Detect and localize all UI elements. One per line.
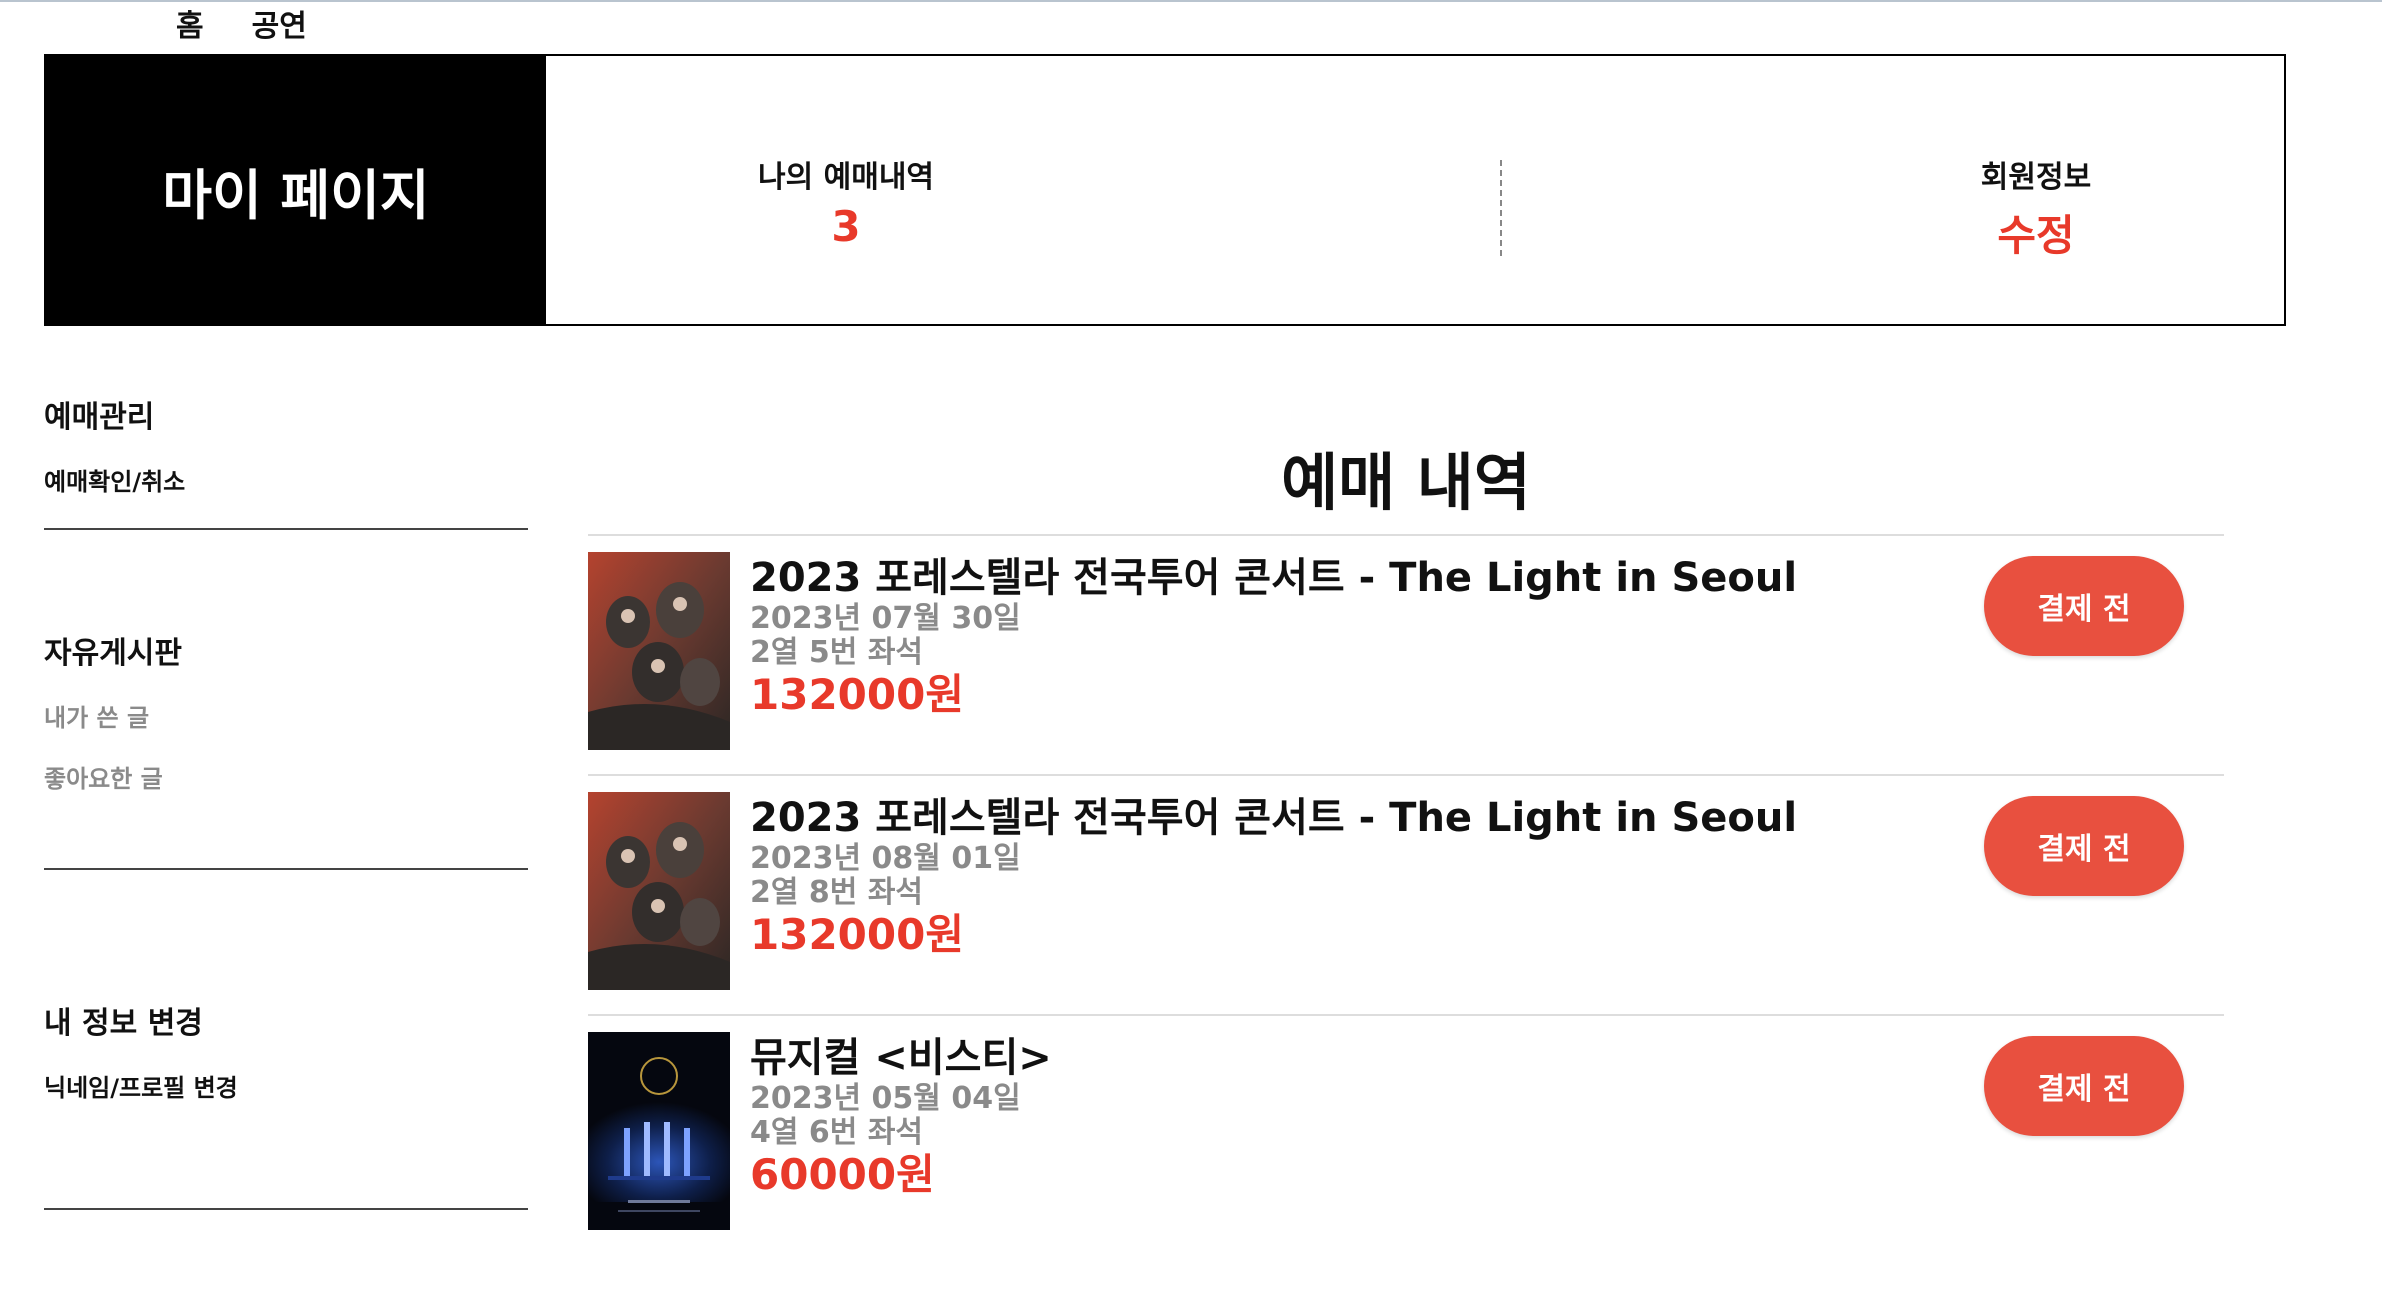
booking-seat: 4열 6번 좌석	[750, 1115, 924, 1150]
payment-pending-button[interactable]: 결제 전	[1984, 556, 2184, 656]
booking-info: 2023 포레스텔라 전국투어 콘서트 - The Light in Seoul…	[750, 794, 1797, 960]
mypage-summary-box: 마이 페이지 나의 예매내역 3 회원정보 수정	[44, 54, 2286, 326]
booking-price: 132000원	[750, 670, 964, 719]
top-nav: 홈 공연	[176, 2, 307, 44]
payment-pending-button[interactable]: 결제 전	[1984, 1036, 2184, 1136]
summary-divider	[1500, 160, 1502, 256]
booking-date: 2023년 05월 04일	[750, 1081, 1021, 1116]
sidebar-section-profile: 내 정보 변경 닉네임/프로필 변경	[44, 870, 528, 1210]
booking-item: 뮤지컬 <비스티> 2023년 05월 04일 4열 6번 좌석 60000원 …	[588, 1014, 2224, 1254]
booking-item: 2023 포레스텔라 전국투어 콘서트 - The Light in Seoul…	[588, 534, 2224, 774]
sidebar-section-title: 예매관리	[44, 400, 155, 435]
booking-info: 뮤지컬 <비스티> 2023년 05월 04일 4열 6번 좌석 60000원	[750, 1034, 1052, 1200]
booking-price: 132000원	[750, 910, 964, 959]
sidebar-link-my-posts[interactable]: 내가 쓴 글	[44, 698, 528, 733]
member-info-summary[interactable]: 회원정보 수정	[1981, 152, 2091, 263]
booking-title[interactable]: 2023 포레스텔라 전국투어 콘서트 - The Light in Seoul	[750, 794, 1797, 842]
sidebar: 예매관리 예매확인/취소 자유게시판 내가 쓴 글 좋아요한 글 내 정보 변경…	[44, 362, 528, 1210]
my-bookings-count: 3	[831, 202, 861, 251]
summary-panel: 나의 예매내역 3 회원정보 수정	[546, 56, 2284, 324]
member-info-label: 회원정보	[1980, 160, 2092, 195]
booking-date: 2023년 07월 30일	[750, 601, 1021, 636]
booking-date: 2023년 08월 01일	[750, 841, 1021, 876]
member-edit-link[interactable]: 수정	[1981, 202, 2091, 263]
sidebar-section-booking: 예매관리 예매확인/취소	[44, 362, 528, 530]
sidebar-link-booking-check[interactable]: 예매확인/취소	[44, 462, 528, 497]
concert-poster-image[interactable]	[588, 792, 730, 990]
mypage-title: 마이 페이지	[46, 56, 546, 324]
booking-seat: 2열 8번 좌석	[750, 875, 924, 910]
sidebar-section-board: 자유게시판 내가 쓴 글 좋아요한 글	[44, 530, 528, 870]
nav-home-link[interactable]: 홈	[176, 1, 204, 45]
sidebar-section-title: 자유게시판	[44, 636, 182, 671]
my-bookings-summary[interactable]: 나의 예매내역 3	[758, 152, 934, 251]
booking-price: 60000원	[750, 1150, 935, 1199]
concert-poster-image[interactable]	[588, 552, 730, 750]
booking-title[interactable]: 뮤지컬 <비스티>	[750, 1034, 1052, 1082]
booking-title[interactable]: 2023 포레스텔라 전국투어 콘서트 - The Light in Seoul	[750, 554, 1797, 602]
sidebar-link-edit-profile[interactable]: 닉네임/프로필 변경	[44, 1068, 528, 1103]
nav-performances-link[interactable]: 공연	[252, 1, 307, 45]
payment-pending-button[interactable]: 결제 전	[1984, 796, 2184, 896]
sidebar-section-title: 내 정보 변경	[44, 1006, 203, 1041]
sidebar-link-liked-posts[interactable]: 좋아요한 글	[44, 759, 528, 794]
booking-history: 예매 내역 2023 포레스텔라 전국투어 콘서트 - The Light in…	[588, 432, 2224, 1254]
booking-seat: 2열 5번 좌석	[750, 635, 924, 670]
booking-item: 2023 포레스텔라 전국투어 콘서트 - The Light in Seoul…	[588, 774, 2224, 1014]
my-bookings-label: 나의 예매내역	[757, 160, 935, 195]
page-title: 예매 내역	[1281, 446, 1531, 519]
musical-poster-image[interactable]	[588, 1032, 730, 1230]
booking-info: 2023 포레스텔라 전국투어 콘서트 - The Light in Seoul…	[750, 554, 1797, 720]
